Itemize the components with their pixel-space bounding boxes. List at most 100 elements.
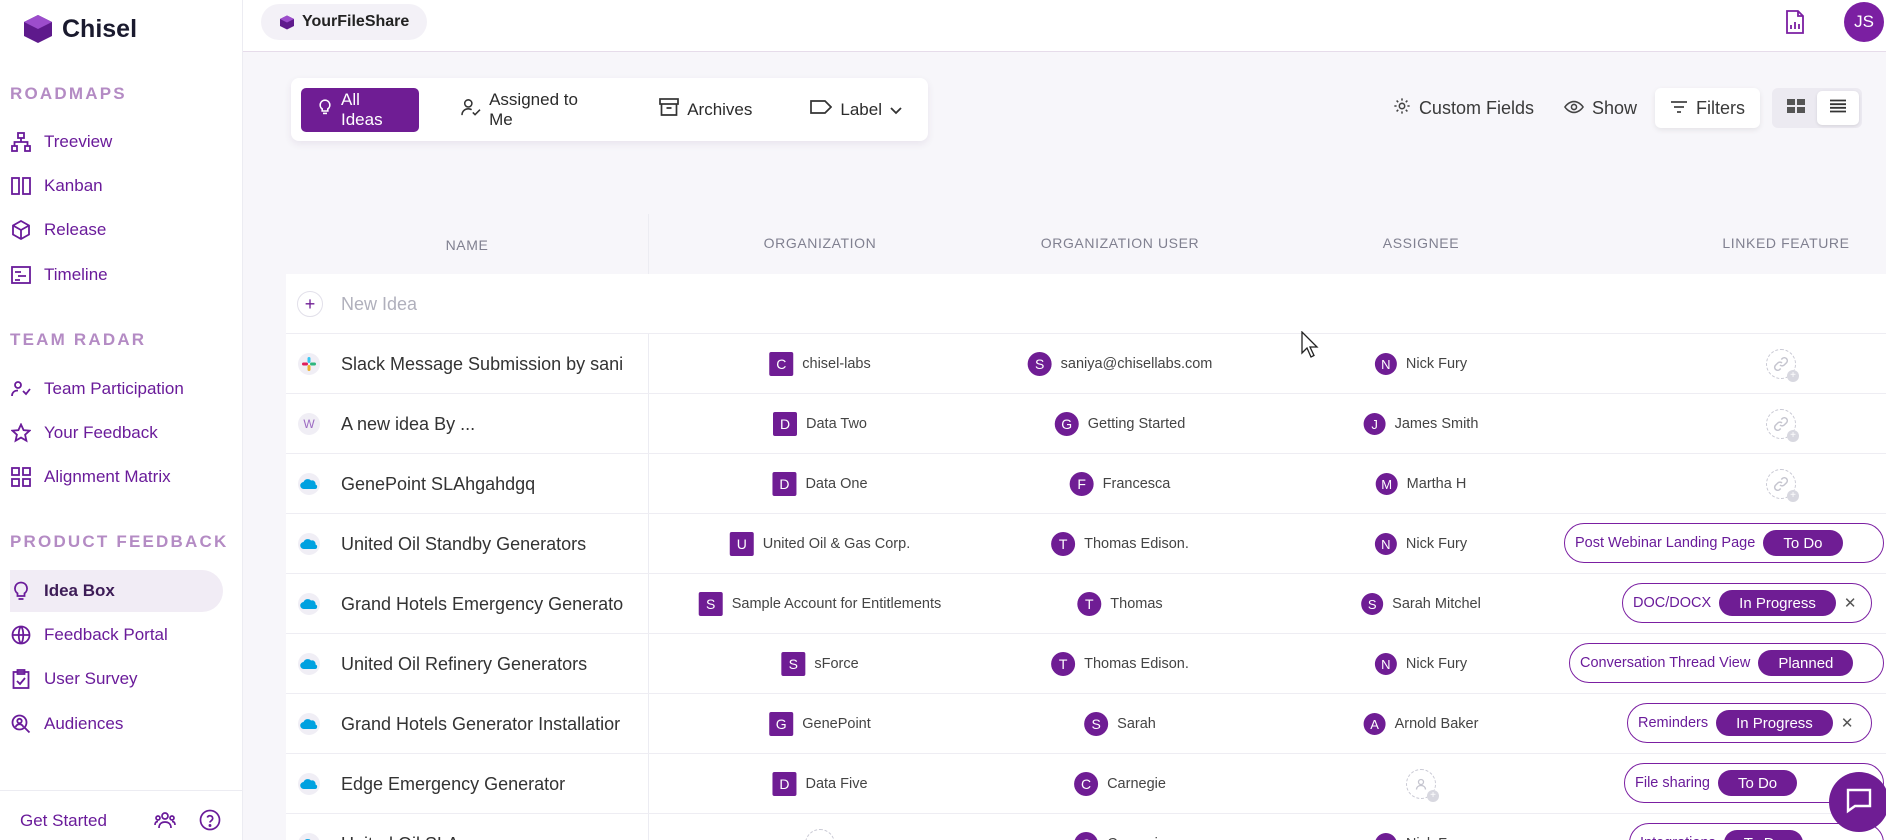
- tab-assigned-to-me[interactable]: Assigned to Me: [445, 88, 617, 132]
- idea-title[interactable]: Grand Hotels Generator Installatior: [341, 714, 641, 735]
- table-row[interactable]: United Oil Refinery Generators SsForce T Th…: [286, 634, 1886, 694]
- remove-link-icon[interactable]: ✕: [1841, 714, 1866, 732]
- organization-cell-empty[interactable]: [805, 814, 835, 840]
- chat-bubble-icon: [1845, 786, 1873, 819]
- user-avatar[interactable]: JS: [1844, 2, 1884, 42]
- sidebar-item-user-survey[interactable]: User Survey: [10, 658, 223, 700]
- assignee-cell[interactable]: N Nick Fury: [1374, 334, 1467, 394]
- list-view-button[interactable]: [1817, 91, 1859, 125]
- sidebar-item-release[interactable]: Release: [10, 209, 223, 251]
- linked-feature-cell-empty[interactable]: +: [1766, 334, 1799, 394]
- tab-archives[interactable]: Archives: [643, 88, 768, 132]
- column-header-name[interactable]: NAME: [446, 237, 489, 253]
- remove-link-icon[interactable]: ✕: [1844, 594, 1869, 612]
- document-chart-icon[interactable]: [1784, 10, 1806, 39]
- idea-title[interactable]: United Oil Standby Generators: [341, 534, 641, 555]
- tab-all-ideas[interactable]: All Ideas: [301, 87, 420, 132]
- table-row[interactable]: W A new idea By ... D Data Two G Getting Star…: [286, 394, 1886, 454]
- linked-feature-pill[interactable]: Conversation Thread View Planned: [1569, 643, 1884, 683]
- idea-title[interactable]: United Oil SLA: [341, 834, 641, 840]
- table-row[interactable]: Grand Hotels Generator Installatior G Gene…: [286, 694, 1886, 754]
- column-header-organization-user[interactable]: ORGANIZATION USER: [1041, 235, 1200, 251]
- organization-user-cell[interactable]: Ssaniya@chisellabs.com: [1027, 334, 1213, 394]
- column-header-linked-feature[interactable]: LINKED FEATURE: [1722, 235, 1849, 251]
- linked-feature-cell-empty[interactable]: +: [1766, 454, 1799, 514]
- organization-cell[interactable]: U United Oil & Gas Corp.: [729, 514, 910, 574]
- add-idea-plus-icon[interactable]: +: [297, 291, 323, 317]
- help-icon[interactable]: [199, 809, 221, 836]
- sidebar-item-your-feedback[interactable]: Your Feedback: [10, 412, 223, 454]
- organization-cell[interactable]: Cchisel-labs: [769, 334, 871, 394]
- grid-view-button[interactable]: [1775, 91, 1817, 125]
- chat-widget-button[interactable]: [1829, 772, 1886, 832]
- assignee-cell-empty[interactable]: +: [1406, 754, 1439, 814]
- assignee-cell[interactable]: N Nick Fury: [1374, 634, 1467, 694]
- organization-user-cell[interactable]: T Thomas Edison.: [1051, 634, 1189, 694]
- get-started-link[interactable]: Get Started: [20, 811, 107, 831]
- assignee-cell[interactable]: N Nick Fury: [1374, 514, 1467, 574]
- table-row[interactable]: Slack Message Submission by sani Cchisel-…: [286, 334, 1886, 394]
- idea-title[interactable]: United Oil Refinery Generators: [341, 654, 641, 675]
- archive-icon: [659, 98, 680, 121]
- assignee-name: James Smith: [1394, 416, 1479, 432]
- sidebar-item-kanban[interactable]: Kanban: [10, 165, 223, 207]
- organization-user-name: saniya@chisellabs.com: [1060, 356, 1213, 372]
- organization-user-cell[interactable]: C Carnegie: [1074, 814, 1166, 840]
- idea-title[interactable]: Slack Message Submission by sani: [341, 354, 641, 375]
- community-icon[interactable]: [154, 809, 176, 836]
- organization-user-cell[interactable]: C Carnegie: [1074, 754, 1166, 814]
- table-row[interactable]: Grand Hotels Emergency Generato S Sample A…: [286, 574, 1886, 634]
- linked-feature-pill[interactable]: Post Webinar Landing Page To Do: [1564, 523, 1884, 563]
- organization-user-cell[interactable]: S Sarah: [1084, 694, 1156, 754]
- assignee-name: Nick Fury: [1406, 836, 1467, 840]
- organization-user-cell[interactable]: G Getting Started: [1054, 394, 1185, 454]
- linked-feature-cell-empty[interactable]: +: [1766, 394, 1799, 454]
- app-logo[interactable]: Chisel: [22, 14, 137, 44]
- table-row[interactable]: GenePoint SLAhgahdgq D Data One F Francesca M…: [286, 454, 1886, 514]
- new-idea-input[interactable]: New Idea: [341, 294, 417, 315]
- sidebar-item-idea-box[interactable]: Idea Box: [10, 570, 223, 612]
- organization-user-cell[interactable]: T Thomas Edison.: [1051, 514, 1189, 574]
- organization-cell[interactable]: D Data One: [772, 454, 868, 514]
- organization-cell[interactable]: D Data Five: [772, 754, 868, 814]
- organization-cell[interactable]: G GenePoint: [769, 694, 871, 754]
- table-row[interactable]: Edge Emergency Generator D Data Five C Carne…: [286, 754, 1886, 814]
- organization-cell[interactable]: S Sample Account for Entitlements: [698, 574, 941, 634]
- show-button[interactable]: Show: [1556, 88, 1645, 128]
- tab-label-dropdown[interactable]: Label: [794, 88, 918, 132]
- top-bar: YourFileShare JS: [243, 0, 1886, 52]
- assignee-cell[interactable]: J James Smith: [1363, 394, 1479, 454]
- assignee-cell[interactable]: A Arnold Baker: [1363, 694, 1478, 754]
- link-feature-icon: +: [1766, 469, 1799, 502]
- workspace-switcher[interactable]: YourFileShare: [261, 4, 428, 40]
- idea-title[interactable]: GenePoint SLAhgahdgq: [341, 474, 641, 495]
- team-participation-icon: [10, 378, 32, 400]
- assignee-cell[interactable]: S Sarah Mitchel: [1361, 574, 1481, 634]
- linked-feature-pill[interactable]: Reminders In Progress ✕: [1627, 703, 1872, 743]
- sidebar-item-feedback-portal[interactable]: Feedback Portal: [10, 614, 223, 656]
- table-row[interactable]: United Oil Standby Generators U United Oil…: [286, 514, 1886, 574]
- linked-feature-pill[interactable]: DOC/DOCX In Progress ✕: [1622, 583, 1872, 623]
- sidebar-item-treeview[interactable]: Treeview: [10, 121, 223, 163]
- organization-cell[interactable]: SsForce: [781, 634, 859, 694]
- assignee-cell[interactable]: M Martha H: [1375, 454, 1466, 514]
- organization-cell[interactable]: D Data Two: [773, 394, 867, 454]
- column-header-assignee[interactable]: ASSIGNEE: [1383, 235, 1459, 251]
- organization-user-cell[interactable]: F Francesca: [1069, 454, 1170, 514]
- idea-title[interactable]: Grand Hotels Emergency Generato: [341, 594, 641, 615]
- sidebar-item-team-participation[interactable]: Team Participation: [10, 368, 223, 410]
- new-idea-row[interactable]: + New Idea: [286, 274, 1886, 334]
- idea-title[interactable]: Edge Emergency Generator: [341, 774, 641, 795]
- assignee-cell[interactable]: N Nick Fury: [1374, 814, 1467, 840]
- sidebar: Chisel ROADMAPS Treeview Kanban Release …: [0, 0, 243, 840]
- table-row[interactable]: United Oil SLA C Carnegie N Nick Fury Integr…: [286, 814, 1886, 840]
- tab-label: Assigned to Me: [489, 89, 578, 129]
- sidebar-item-alignment-matrix[interactable]: Alignment Matrix: [10, 456, 223, 498]
- sidebar-item-audiences[interactable]: Audiences: [10, 703, 223, 745]
- custom-fields-button[interactable]: Custom Fields: [1385, 88, 1542, 128]
- column-header-organization[interactable]: ORGANIZATION: [764, 235, 877, 251]
- idea-title[interactable]: A new idea By ...: [341, 414, 641, 435]
- filters-button[interactable]: Filters: [1655, 88, 1760, 128]
- organization-user-cell[interactable]: T Thomas: [1077, 574, 1163, 634]
- sidebar-item-timeline[interactable]: Timeline: [10, 254, 223, 296]
